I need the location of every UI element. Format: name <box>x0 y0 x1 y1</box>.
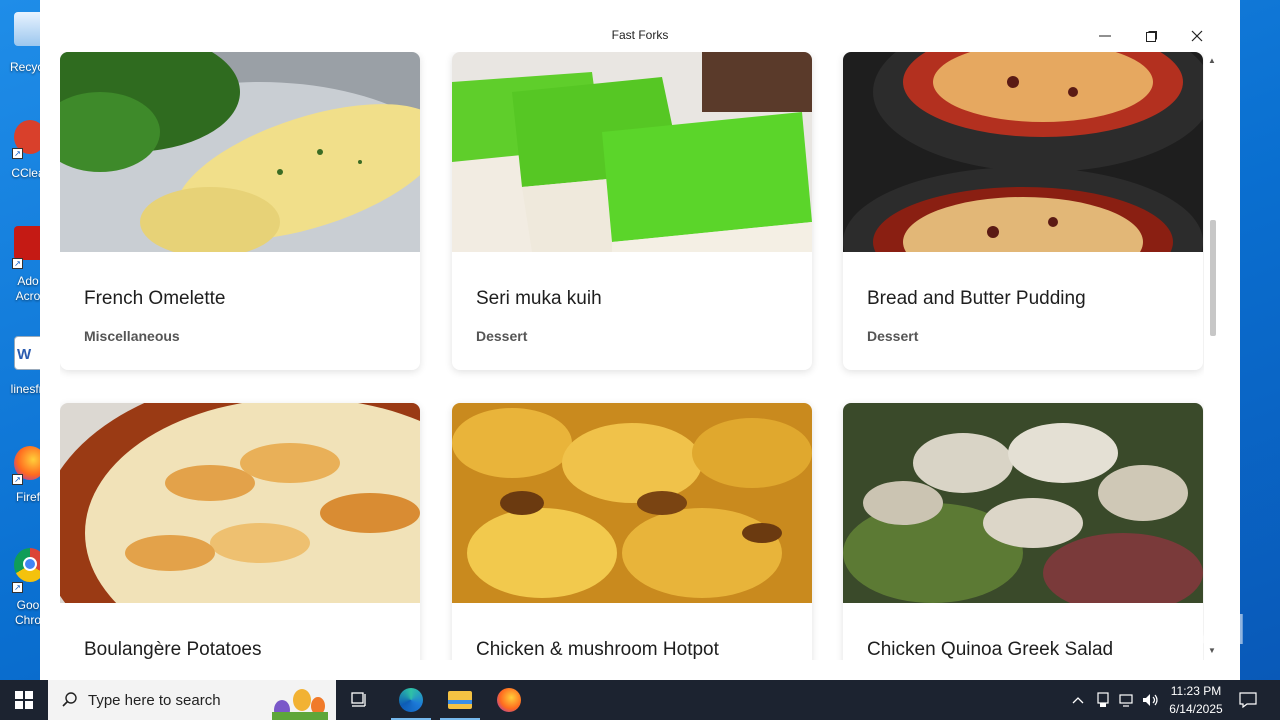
seri-muka-kuih-photo <box>452 52 812 252</box>
scrollbar-thumb[interactable] <box>1210 220 1216 336</box>
search-highlight-flowers-icon <box>272 689 328 720</box>
chicken-mushroom-hotpot-photo <box>452 403 812 603</box>
recipe-card[interactable]: Seri muka kuih Dessert <box>452 52 812 370</box>
recipe-photo <box>452 52 812 252</box>
word-w-glyph: W <box>17 346 32 363</box>
shortcut-arrow-icon: ↗ <box>12 148 23 159</box>
recipe-photo <box>60 403 420 603</box>
edge-icon <box>399 688 423 712</box>
window-title: Fast Forks <box>611 28 669 42</box>
firefox-icon <box>497 688 521 712</box>
recipe-photo <box>843 403 1203 603</box>
search-icon <box>62 692 77 707</box>
chicken-quinoa-greek-salad-photo <box>843 403 1203 603</box>
file-explorer-taskbar-button[interactable] <box>436 680 484 720</box>
task-view-button[interactable] <box>336 680 384 720</box>
network-icon <box>1119 694 1133 707</box>
task-view-icon <box>351 692 366 707</box>
french-omelette-photo <box>60 52 420 252</box>
edge-taskbar-button[interactable] <box>387 680 435 720</box>
volume-tray-button[interactable] <box>1140 680 1162 720</box>
usb-device-icon <box>1097 692 1109 707</box>
recipe-category: Dessert <box>476 328 528 344</box>
recipe-category: Miscellaneous <box>84 328 180 344</box>
speaker-icon <box>1143 694 1158 706</box>
shortcut-arrow-icon: ↗ <box>12 474 23 485</box>
recipe-photo <box>452 403 812 603</box>
notifications-button[interactable] <box>1230 680 1266 720</box>
anyrun-watermark: ANY RUN <box>1040 605 1247 654</box>
scroll-up-icon[interactable]: ▲ <box>1208 56 1216 65</box>
usb-tray-button[interactable] <box>1092 680 1114 720</box>
start-button[interactable] <box>0 680 48 720</box>
vertical-scrollbar[interactable]: ▲ ▼ <box>1204 52 1220 660</box>
search-placeholder: Type here to search <box>88 692 221 709</box>
recipe-card[interactable]: Boulangère Potatoes <box>60 403 420 660</box>
title-bar[interactable]: Fast Forks <box>60 20 1220 52</box>
clock-time[interactable]: 11:23 PM <box>1164 684 1228 698</box>
recipe-category: Dessert <box>867 328 919 344</box>
recipe-name: Bread and Butter Pudding <box>867 288 1086 309</box>
boulangere-potatoes-photo <box>60 403 420 603</box>
app-window: Fast Forks French Omelette Miscellaneous… <box>40 0 1240 680</box>
chrome-center-dot <box>23 557 37 571</box>
minimize-icon <box>1099 35 1111 37</box>
show-hidden-icons-button[interactable] <box>1066 680 1090 720</box>
recipe-card[interactable]: Chicken & mushroom Hotpot <box>452 403 812 660</box>
maximize-icon <box>1146 31 1157 42</box>
recipe-name: Chicken & mushroom Hotpot <box>476 639 719 660</box>
recipe-photo <box>843 52 1203 252</box>
recipe-name: Boulangère Potatoes <box>84 639 262 660</box>
recipe-photo <box>60 52 420 252</box>
network-tray-button[interactable] <box>1116 680 1138 720</box>
recipe-grid: French Omelette Miscellaneous Seri muka … <box>60 52 1220 660</box>
recipe-name: Seri muka kuih <box>476 288 602 309</box>
taskbar: Type here to search 11:23 PM 6/14/2025 <box>0 680 1280 720</box>
folder-stripe <box>448 700 472 704</box>
shortcut-arrow-icon: ↗ <box>12 582 23 593</box>
close-icon <box>1191 30 1203 42</box>
recipe-card[interactable]: French Omelette Miscellaneous <box>60 52 420 370</box>
recipe-name: French Omelette <box>84 288 226 309</box>
close-button[interactable] <box>1174 20 1220 52</box>
clock-date[interactable]: 6/14/2025 <box>1164 702 1228 716</box>
shortcut-arrow-icon: ↗ <box>12 258 23 269</box>
windows-logo-icon <box>15 691 33 709</box>
maximize-button[interactable] <box>1128 20 1174 52</box>
bread-butter-pudding-photo <box>843 52 1203 252</box>
notification-icon <box>1239 692 1257 708</box>
minimize-button[interactable] <box>1082 20 1128 52</box>
firefox-taskbar-button[interactable] <box>485 680 533 720</box>
taskbar-search-box[interactable]: Type here to search <box>48 680 336 720</box>
recipe-card[interactable]: Bread and Butter Pudding Dessert <box>843 52 1203 370</box>
chevron-up-icon <box>1072 697 1084 704</box>
